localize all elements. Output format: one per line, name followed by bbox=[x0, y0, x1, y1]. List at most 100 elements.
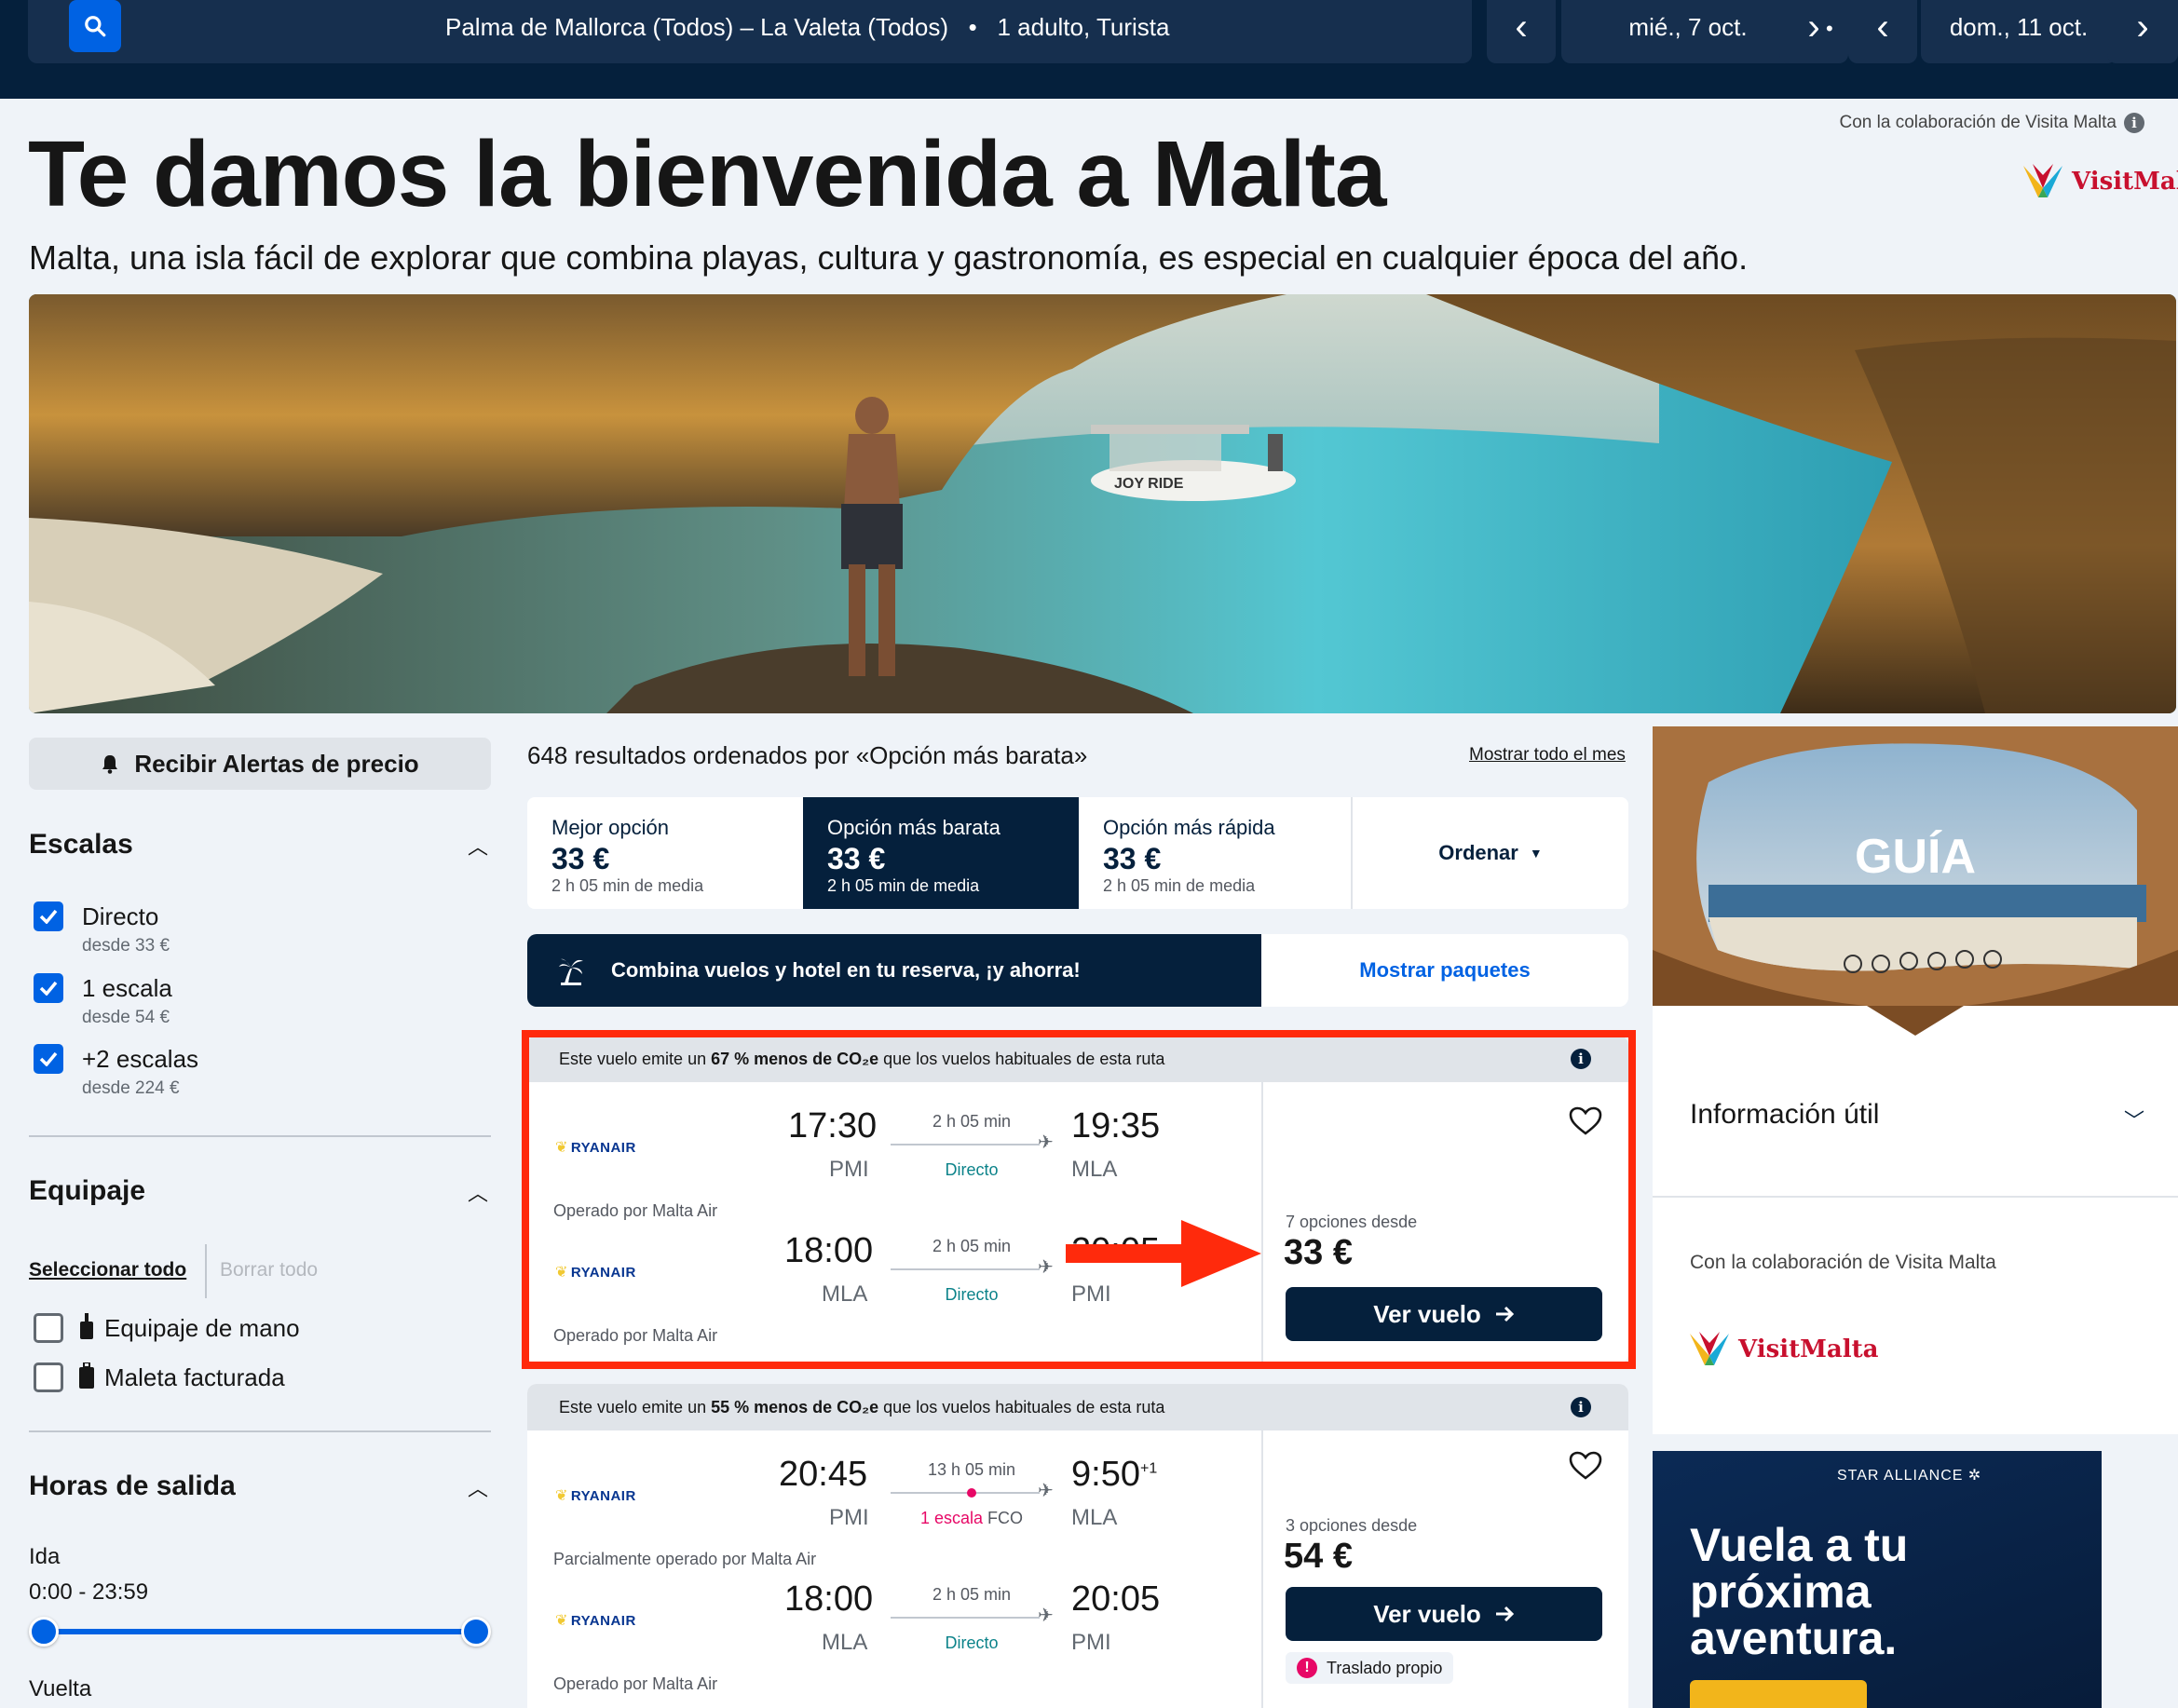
visitmalta-logo[interactable]: VisitMalta bbox=[1688, 1328, 1878, 1371]
carry-on-checkbox[interactable] bbox=[34, 1313, 63, 1343]
promo-text: Combina vuelos y hotel en tu reserva, ¡y… bbox=[611, 958, 1081, 982]
depart-prev-button[interactable]: ‹ bbox=[1487, 0, 1556, 63]
airline-logo: ❦ RYANAIR bbox=[555, 1486, 636, 1505]
tab-best-option[interactable]: Mejor opción 33 € 2 h 05 min de media bbox=[527, 797, 803, 909]
sponsor-text: Con la colaboración de Visita Malta bbox=[1839, 113, 2117, 132]
stops-direct-label: Directo bbox=[82, 902, 159, 930]
tab-fastest-option[interactable]: Opción más rápida 33 € 2 h 05 min de med… bbox=[1079, 797, 1353, 909]
divider bbox=[29, 1135, 491, 1137]
co2-text: que los vuelos habituales de esta ruta bbox=[878, 1050, 1165, 1068]
checked-bag-checkbox[interactable] bbox=[34, 1362, 63, 1392]
arrival-time-value: 9:50 bbox=[1071, 1455, 1140, 1494]
return-prev-button[interactable]: ‹ bbox=[1848, 0, 1917, 63]
departure-times-title: Horas de salida bbox=[29, 1471, 236, 1501]
destination-guide-card[interactable]: GUÍA Información útil ﹀ Con la colaborac… bbox=[1653, 726, 2178, 1434]
chevron-up-icon[interactable]: ︿ bbox=[468, 1177, 488, 1207]
airline-name: RYANAIR bbox=[570, 1487, 636, 1504]
operated-by: Parcialmente operado por Malta Air bbox=[553, 1550, 817, 1568]
logo-text: VisitMalta bbox=[2072, 168, 2178, 196]
visitmalta-logo-mark bbox=[2023, 164, 2062, 197]
ad-brand: STAR ALLIANCE ✲ bbox=[1837, 1466, 1981, 1484]
co2-notice: Este vuelo emite un 55 % menos de CO₂e q… bbox=[527, 1384, 1628, 1430]
clear-all-link[interactable]: Borrar todo bbox=[220, 1259, 318, 1281]
return-date-field[interactable]: dom., 11 oct. bbox=[1921, 0, 2117, 63]
search-summary[interactable]: Palma de Mallorca (Todos) – La Valeta (T… bbox=[28, 0, 1472, 63]
divider bbox=[1653, 1196, 2178, 1198]
package-promo-banner: Combina vuelos y hotel en tu reserva, ¡y… bbox=[527, 934, 1628, 1007]
advertisement-banner[interactable]: STAR ALLIANCE ✲ Vuela a tu próxima avent… bbox=[1653, 1451, 2102, 1708]
checked-bag-label: Maleta facturada bbox=[104, 1363, 285, 1391]
airline-name: RYANAIR bbox=[570, 1612, 636, 1629]
chevron-left-icon: ‹ bbox=[1515, 7, 1528, 47]
stops-two-plus-checkbox[interactable] bbox=[34, 1044, 63, 1074]
sponsor-text: Con la colaboración de Visita Malta bbox=[1690, 1252, 1996, 1273]
show-packages-link[interactable]: Mostrar paquetes bbox=[1261, 934, 1628, 1007]
departure-airport: MLA bbox=[822, 1281, 868, 1307]
select-all-link[interactable]: Seleccionar todo bbox=[29, 1259, 186, 1281]
tab-average: 2 h 05 min de media bbox=[827, 876, 980, 895]
chevron-up-icon[interactable]: ︿ bbox=[468, 831, 488, 861]
depart-date-field[interactable]: mié., 7 oct. bbox=[1561, 0, 1815, 63]
ryanair-harp-icon: ❦ bbox=[555, 1140, 568, 1156]
heart-icon[interactable] bbox=[1569, 1451, 1602, 1485]
airline-logo: ❦ RYANAIR bbox=[555, 1263, 636, 1281]
search-button[interactable] bbox=[69, 0, 121, 52]
options-count: 7 opciones desde bbox=[1286, 1213, 1418, 1231]
chevron-down-icon[interactable]: ﹀ bbox=[2124, 1105, 2144, 1134]
arrival-time: 9:50+1 bbox=[1071, 1455, 1157, 1495]
sort-dropdown[interactable]: Ordenar ▼ bbox=[1353, 797, 1628, 909]
info-icon[interactable]: i bbox=[1571, 1397, 1591, 1417]
useful-info-toggle[interactable]: Información útil bbox=[1690, 1099, 1879, 1131]
divider bbox=[1261, 1430, 1263, 1708]
guide-title: GUÍA bbox=[1855, 830, 1976, 884]
tab-average: 2 h 05 min de media bbox=[1103, 876, 1256, 895]
heart-icon[interactable] bbox=[1569, 1106, 1602, 1141]
departure-airport: PMI bbox=[829, 1157, 869, 1182]
baggage-filter-title: Equipaje bbox=[29, 1175, 146, 1206]
stops-label: 1 escala bbox=[919, 1509, 984, 1527]
stops-info: 1 escala FCO bbox=[892, 1509, 1051, 1528]
plane-icon: ✈ bbox=[1038, 1481, 1054, 1501]
return-next-button[interactable]: › bbox=[2107, 0, 2178, 63]
visitmalta-logo[interactable]: VisitMalta bbox=[2021, 160, 2178, 203]
flight-result-card[interactable]: Este vuelo emite un 67 % menos de CO₂e q… bbox=[527, 1036, 1628, 1363]
info-icon[interactable]: i bbox=[1571, 1049, 1591, 1069]
divider bbox=[205, 1244, 207, 1298]
outbound-range: 0:00 - 23:59 bbox=[29, 1579, 149, 1605]
ad-headline: Vuela a tu próxima aventura. bbox=[1690, 1519, 1909, 1664]
stop-airport: FCO bbox=[987, 1509, 1024, 1527]
view-flight-button[interactable]: Ver vuelo bbox=[1286, 1587, 1602, 1641]
chevron-up-icon[interactable]: ︿ bbox=[468, 1472, 488, 1502]
outbound-slider-max-handle[interactable] bbox=[461, 1617, 491, 1647]
price-alert-label: Recibir Alertas de precio bbox=[134, 749, 419, 778]
view-flight-button[interactable]: Ver vuelo bbox=[1286, 1287, 1602, 1341]
outbound-slider-min-handle[interactable] bbox=[29, 1617, 59, 1647]
stops-direct-checkbox[interactable] bbox=[34, 901, 63, 931]
date-separator-dot: • bbox=[1826, 17, 1833, 40]
stops-direct-price: desde 33 € bbox=[82, 936, 170, 956]
depart-next-button[interactable]: › bbox=[1779, 0, 1848, 63]
flight-line bbox=[891, 1144, 1040, 1145]
stops-one-checkbox[interactable] bbox=[34, 973, 63, 1003]
page-title: Te damos la bienvenida a Malta bbox=[28, 122, 1386, 226]
stops-label: Directo bbox=[945, 1285, 999, 1304]
plane-icon: ✈ bbox=[1038, 1132, 1054, 1153]
carry-on-bag-icon bbox=[78, 1313, 95, 1346]
info-icon[interactable]: i bbox=[2124, 113, 2144, 133]
arrow-right-icon bbox=[1495, 1306, 1514, 1322]
airline-name: RYANAIR bbox=[570, 1139, 636, 1156]
tab-average: 2 h 05 min de media bbox=[551, 876, 704, 895]
arrival-time: 19:35 bbox=[1071, 1106, 1161, 1145]
stops-one-label: 1 escala bbox=[82, 974, 172, 1002]
ad-cta-button[interactable] bbox=[1690, 1680, 1867, 1708]
suitcase-icon bbox=[78, 1362, 95, 1395]
show-whole-month-link[interactable]: Mostrar todo el mes bbox=[1469, 745, 1626, 766]
co2-text: Este vuelo emite un bbox=[559, 1398, 712, 1417]
tab-cheapest-option[interactable]: Opción más barata 33 € 2 h 05 min de med… bbox=[803, 797, 1079, 909]
price-alert-button[interactable]: Recibir Alertas de precio bbox=[29, 738, 491, 790]
outbound-slider-track[interactable] bbox=[43, 1629, 477, 1634]
flight-result-card[interactable]: Este vuelo emite un 55 % menos de CO₂e q… bbox=[527, 1384, 1628, 1708]
ryanair-harp-icon: ❦ bbox=[555, 1613, 568, 1629]
departure-time: 17:30 bbox=[788, 1106, 878, 1145]
flight-duration: 2 h 05 min bbox=[932, 1237, 1012, 1255]
